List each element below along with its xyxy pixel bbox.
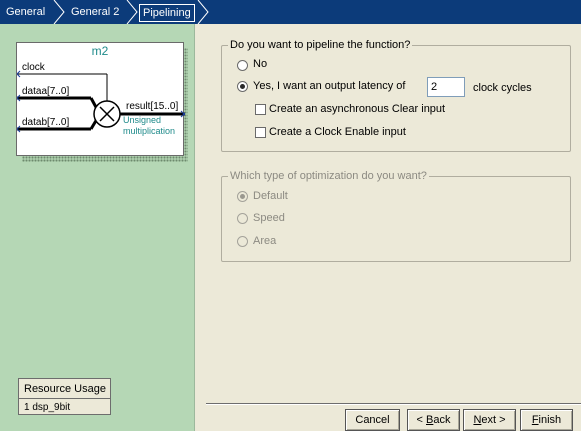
pipeline-no-label[interactable]: No <box>253 58 267 70</box>
async-clear-checkbox[interactable] <box>255 104 266 115</box>
step-general-2[interactable]: General 2 <box>71 0 119 24</box>
pipeline-no-radio[interactable] <box>237 60 248 71</box>
optimization-default-radio[interactable] <box>237 191 248 202</box>
resource-usage-box: Resource Usage 1 dsp_9bit <box>18 378 111 415</box>
port-dataa: dataa[7..0] <box>22 86 70 97</box>
bottom-divider-highlight <box>206 404 581 405</box>
optimization-area-label[interactable]: Area <box>253 235 276 247</box>
resource-usage-value: 1 dsp_9bit <box>24 402 71 413</box>
latency-input[interactable] <box>427 77 465 97</box>
optimization-question: Which type of optimization do you want? <box>228 170 429 182</box>
optimization-speed-radio[interactable] <box>237 213 248 224</box>
step-general-2-label: General 2 <box>71 6 120 18</box>
cancel-button[interactable]: Cancel <box>345 409 400 431</box>
finish-button[interactable]: Finish <box>520 409 573 431</box>
step-general-label: General <box>6 6 46 18</box>
latency-unit-label: clock cycles <box>473 82 532 94</box>
clock-enable-label[interactable]: Create a Clock Enable input <box>269 126 406 138</box>
back-button[interactable]: < Back <box>407 409 460 431</box>
finish-button-rest: inish <box>538 414 562 426</box>
optimization-area-radio[interactable] <box>237 236 248 247</box>
port-result: result[15..0] <box>126 101 179 112</box>
optimization-speed-label[interactable]: Speed <box>253 212 285 224</box>
wizard-step-bar: General General 2 Pipelining <box>0 0 581 24</box>
pipeline-yes-label[interactable]: Yes, I want an output latency of <box>253 80 405 92</box>
symbol-wiring <box>17 70 185 133</box>
resource-usage-title: Resource Usage <box>24 383 106 395</box>
pipeline-question: Do you want to pipeline the function? <box>228 39 413 51</box>
step-pipelining-label: Pipelining <box>139 4 195 22</box>
operation-label-line2: multiplication <box>123 126 176 136</box>
next-button-rest: ext > <box>481 414 506 426</box>
back-button-prefix: < <box>416 414 426 426</box>
chevron-right-icon <box>53 0 65 24</box>
step-pipelining[interactable]: Pipelining <box>139 0 195 24</box>
finish-button-mnemonic: F <box>531 414 539 426</box>
clock-enable-checkbox[interactable] <box>255 127 266 138</box>
chevron-right-icon <box>197 0 209 24</box>
pipeline-yes-radio[interactable] <box>237 81 248 92</box>
port-datab: datab[7..0] <box>22 117 70 128</box>
chevron-right-icon <box>126 0 138 24</box>
step-general[interactable]: General <box>6 0 45 24</box>
next-button[interactable]: Next > <box>463 409 516 431</box>
port-clock: clock <box>22 62 45 73</box>
operation-label-line1: Unsigned <box>123 115 162 125</box>
optimization-default-label[interactable]: Default <box>253 190 288 202</box>
async-clear-label[interactable]: Create an asynchronous Clear input <box>269 103 445 115</box>
back-button-rest: ack <box>433 414 451 426</box>
megafunction-symbol: m2 clock dataa[7..0] datab[7..0] result[… <box>16 42 185 156</box>
resource-usage-divider <box>19 398 110 399</box>
